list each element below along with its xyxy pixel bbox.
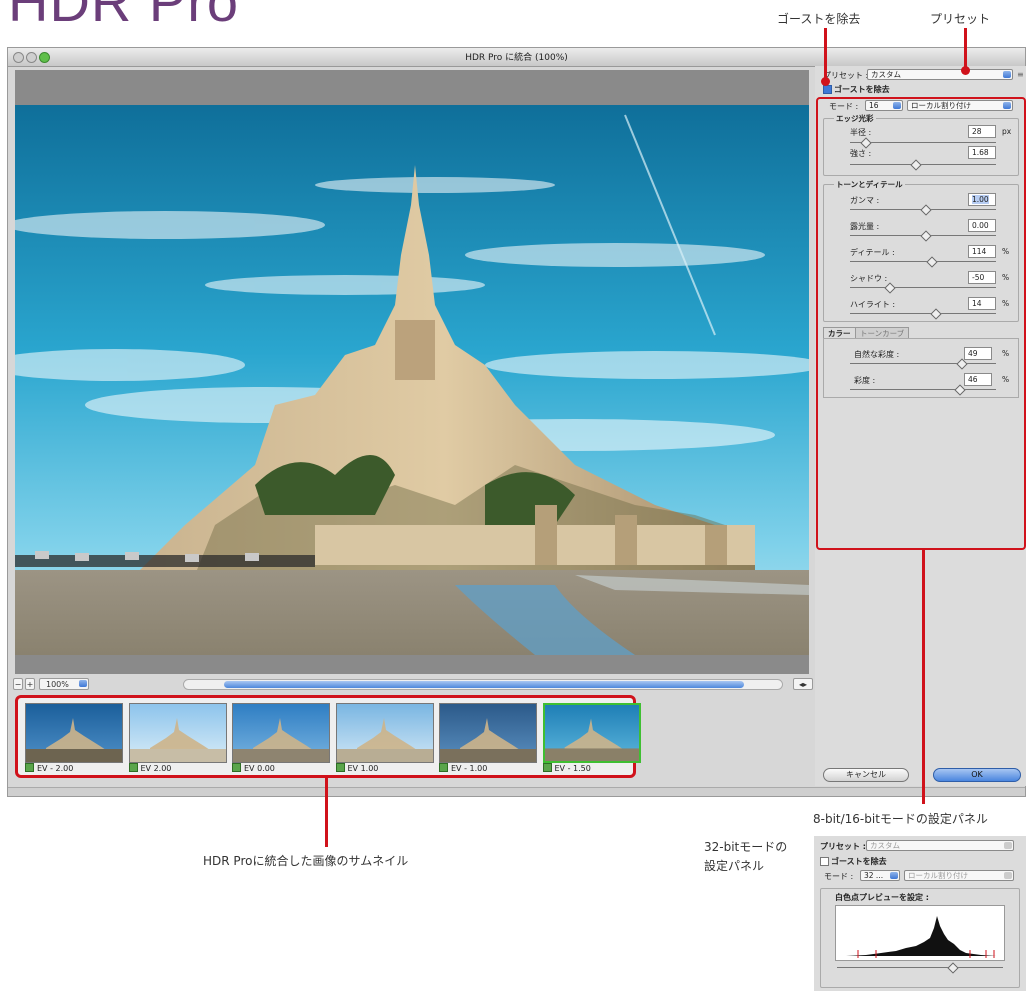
thumbnail-checkbox[interactable] (232, 763, 241, 772)
panel-pointer-line (922, 550, 925, 804)
panel32-preset-value: カスタム (870, 841, 900, 850)
annotation-panel-8-16: 8-bit/16-bitモードの設定パネル (813, 812, 988, 826)
thumbnail-checkbox[interactable] (128, 763, 138, 772)
chevron-down-icon (79, 680, 87, 687)
white-point-slider[interactable] (837, 962, 1003, 974)
panel32-mode-method-value: ローカル割り付け (908, 871, 968, 880)
preset-pointer-dot (961, 66, 970, 75)
thumbnail-item[interactable]: EV - 1.50 (542, 703, 641, 773)
zoom-bar: − + 100% ◂▸ (13, 678, 813, 692)
thumbnail-image (25, 703, 123, 763)
thumbnail-item[interactable]: EV 2.00 (128, 703, 227, 773)
zoom-out-button[interactable]: − (13, 678, 23, 690)
thumbnail-caption: EV 1.00 (335, 763, 378, 773)
thumbnail-item[interactable]: EV - 1.00 (439, 703, 537, 773)
thumbnail-item[interactable]: EV 1.00 (335, 703, 434, 773)
cancel-button[interactable]: キャンセル (823, 768, 909, 782)
thumbnail-checkbox[interactable] (439, 763, 448, 772)
scroll-arrows[interactable]: ◂▸ (793, 678, 813, 690)
thumbnail-caption: EV - 2.00 (25, 763, 73, 773)
thumbnail-strip: EV - 2.00 EV 2.00 EV 0.00 EV 1.00 EV - 1.00 E… (15, 695, 641, 778)
preset-select[interactable]: カスタム (867, 69, 1013, 80)
preset-pointer-line (964, 28, 967, 70)
white-point-group: 白色点プレビューを設定 : (820, 888, 1020, 988)
thumbnail-image (335, 703, 434, 763)
white-point-label: 白色点プレビューを設定 : (835, 893, 929, 902)
thumbnail-caption: EV - 1.00 (439, 763, 487, 773)
thumbnail-item[interactable]: EV - 2.00 (25, 703, 123, 773)
ghost-label: ゴーストを除去 (834, 85, 890, 94)
scrollbar-thumb[interactable] (224, 681, 744, 688)
annotation-preset: プリセット (930, 12, 991, 26)
zoom-in-button[interactable]: + (25, 678, 35, 690)
settings-panel-highlight (816, 97, 1026, 550)
annotation-thumbnails: HDR Proに統合した画像のサムネイル (203, 854, 409, 868)
ghost-pointer-dot (821, 77, 830, 86)
panel32-preset-label: プリセット : (820, 842, 866, 851)
thumbnail-checkbox[interactable] (542, 763, 552, 772)
preview-area[interactable] (15, 70, 809, 674)
horizontal-scrollbar[interactable] (183, 679, 783, 690)
panel32-ghost-label: ゴーストを除去 (831, 857, 887, 866)
preset-value: カスタム (871, 70, 901, 79)
window-titlebar: HDR Pro に統合 (100%) (8, 48, 1025, 67)
panel32-mode-bits-select[interactable]: 32 ... (860, 870, 900, 881)
panel32-preset-select[interactable]: カスタム (866, 840, 1014, 851)
annotation-ghost: ゴーストを除去 (777, 12, 861, 26)
preset-menu-icon[interactable]: ≡ (1017, 70, 1024, 79)
thumbnail-image (542, 703, 641, 763)
zoom-select[interactable]: 100% (39, 678, 89, 690)
thumbnail-caption: EV 0.00 (232, 763, 275, 773)
chevron-down-icon (890, 872, 898, 879)
chevron-down-icon (1004, 872, 1012, 879)
mont-saint-michel-image (15, 105, 809, 655)
panel32-ghost-checkbox[interactable] (820, 857, 829, 866)
panel-32bit: プリセット : カスタム ゴーストを除去 モード : 32 ... ローカル割り… (814, 836, 1026, 991)
ghost-checkbox[interactable] (823, 85, 832, 94)
chevron-down-icon (1003, 71, 1011, 78)
page-title: HDR Pro (8, 0, 240, 33)
panel32-mode-label: モード : (824, 872, 854, 881)
thumbnail-item[interactable]: EV 0.00 (232, 703, 330, 773)
thumbnail-image (439, 703, 537, 763)
thumbnail-image (232, 703, 330, 763)
thumbnail-caption: EV - 1.50 (542, 763, 591, 773)
thumbnail-caption: EV 2.00 (128, 763, 171, 773)
thumbs-pointer-line (325, 777, 328, 847)
window-bottom-bar (8, 787, 1025, 796)
ok-button[interactable]: OK (933, 768, 1021, 782)
histogram (835, 905, 1005, 961)
ghost-pointer-line (824, 28, 827, 81)
thumbnail-checkbox[interactable] (25, 763, 34, 772)
thumbnail-image (128, 703, 227, 763)
panel32-mode-method-select[interactable]: ローカル割り付け (904, 870, 1014, 881)
zoom-value: 100% (46, 680, 69, 689)
thumbnail-checkbox[interactable] (335, 763, 345, 772)
panel32-mode-bits-value: 32 ... (864, 871, 884, 880)
preview-image (15, 105, 809, 655)
chevron-down-icon (1004, 842, 1012, 849)
window-title: HDR Pro に統合 (100%) (465, 53, 568, 63)
annotation-panel-32-line2: 設定パネル (704, 859, 765, 873)
annotation-panel-32-line1: 32-bitモードの (704, 840, 788, 854)
